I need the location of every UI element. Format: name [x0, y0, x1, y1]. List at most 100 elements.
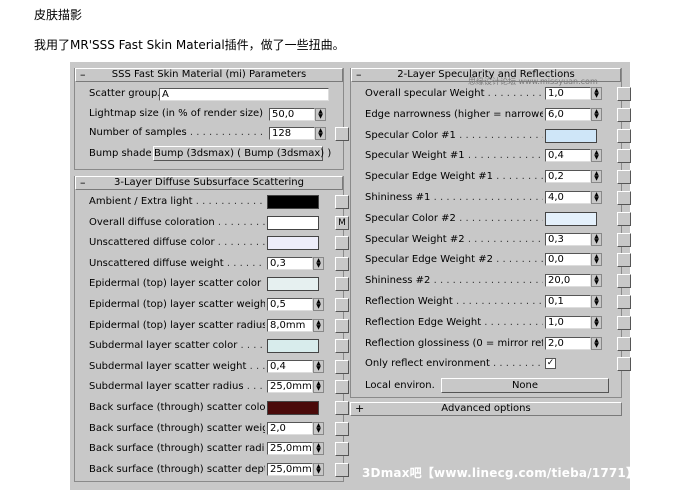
samples-field[interactable]: 128: [269, 127, 315, 140]
color-swatch[interactable]: [267, 195, 319, 209]
intro-text: 我用了MR'SSS Fast Skin Material插件，做了一些扭曲。: [34, 38, 345, 52]
diffuse-param-label: Subdermal layer scatter radius: [89, 381, 265, 393]
map-button[interactable]: [335, 380, 349, 395]
local-environ-label: Local environ...: [365, 380, 435, 391]
watermark: 思缘设计论坛 www.missyuan.com: [468, 77, 598, 86]
map-button[interactable]: [617, 315, 631, 330]
advanced-options-header[interactable]: + Advanced options: [350, 402, 622, 416]
spinner-arrows-icon[interactable]: ▲ ▼: [313, 421, 324, 435]
diffuse-param-label: Back surface (through) scatter radius: [89, 443, 265, 455]
map-button[interactable]: [617, 211, 631, 226]
map-button[interactable]: [335, 277, 349, 292]
expand-icon: +: [355, 402, 365, 415]
local-environ-button[interactable]: None: [441, 378, 609, 393]
value-spinner-field[interactable]: 6,0: [545, 107, 591, 121]
spinner-arrows-icon[interactable]: ▲ ▼: [315, 127, 326, 140]
diffuse-param-label: Unscattered diffuse weight: [89, 258, 265, 270]
spinner-arrows-icon[interactable]: ▲ ▼: [591, 232, 602, 246]
spinner-arrows-icon[interactable]: ▲ ▼: [591, 253, 602, 267]
value-spinner-field[interactable]: 0,2: [545, 170, 591, 184]
diffuse-sss-header[interactable]: – 3-Layer Diffuse Subsurface Scattering: [75, 176, 343, 190]
value-spinner-field[interactable]: 0,4: [545, 149, 591, 163]
spinner-arrows-icon[interactable]: ▲ ▼: [313, 380, 324, 394]
map-button[interactable]: [335, 318, 349, 333]
color-swatch[interactable]: [267, 401, 319, 415]
color-swatch[interactable]: [545, 211, 597, 226]
bump-shader-button[interactable]: Bump (3dsmax) ( Bump (3dsmax) ): [153, 146, 331, 161]
spinner-arrows-icon[interactable]: ▲ ▼: [313, 298, 324, 311]
value-spinner-field[interactable]: 0,0: [545, 253, 591, 267]
value-spinner-field[interactable]: 4,0: [545, 191, 591, 204]
diffuse-param-label: Epidermal (top) layer scatter color: [89, 278, 265, 290]
spinner-arrows-icon[interactable]: ▲ ▼: [313, 318, 324, 332]
value-spinner-field[interactable]: 2,0: [545, 336, 591, 350]
spinner-arrows-icon[interactable]: ▲ ▼: [313, 462, 324, 476]
color-swatch[interactable]: [545, 128, 597, 143]
map-button[interactable]: [335, 359, 349, 374]
map-button[interactable]: [335, 127, 349, 141]
map-button[interactable]: [617, 253, 631, 268]
spinner-arrows-icon[interactable]: ▲ ▼: [591, 315, 602, 329]
specular-param-label: Specular Color #2: [365, 213, 543, 225]
map-button[interactable]: [335, 236, 349, 251]
spinner-arrows-icon[interactable]: ▲ ▼: [591, 107, 602, 121]
value-spinner-field[interactable]: 1,0: [545, 315, 591, 329]
map-button[interactable]: [617, 149, 631, 164]
spinner-arrows-icon[interactable]: ▲ ▼: [591, 191, 602, 204]
specular-param-label: Specular Edge Weight #1: [365, 171, 543, 183]
bump-label: Bump shader: [89, 148, 151, 160]
map-button[interactable]: [335, 298, 349, 312]
map-button[interactable]: [335, 401, 349, 415]
value-spinner-field[interactable]: 0,1: [545, 295, 591, 308]
map-button[interactable]: [335, 195, 349, 209]
value-spinner-field[interactable]: 8,0mm: [267, 318, 313, 332]
map-button[interactable]: [617, 87, 631, 101]
color-swatch[interactable]: [267, 215, 319, 230]
map-button[interactable]: [335, 462, 349, 477]
scatter-group-field[interactable]: A: [159, 88, 329, 101]
specular-param-label: Only reflect environment: [365, 358, 543, 370]
map-button[interactable]: [335, 421, 349, 436]
value-spinner-field[interactable]: 25,0mm: [267, 462, 313, 476]
color-swatch[interactable]: [267, 236, 319, 251]
spinner-arrows-icon[interactable]: ▲ ▼: [591, 149, 602, 163]
value-spinner-field[interactable]: 20,0: [545, 274, 591, 288]
spinner-arrows-icon[interactable]: ▲ ▼: [591, 170, 602, 184]
map-button[interactable]: [617, 191, 631, 205]
diffuse-param-label: Epidermal (top) layer scatter radius: [89, 320, 265, 332]
map-button[interactable]: [617, 128, 631, 143]
spinner-arrows-icon[interactable]: ▲ ▼: [591, 87, 602, 100]
map-button[interactable]: [617, 295, 631, 309]
spinner-arrows-icon[interactable]: ▲ ▼: [591, 295, 602, 308]
spinner-arrows-icon[interactable]: ▲ ▼: [313, 359, 324, 373]
spinner-arrows-icon[interactable]: ▲ ▼: [591, 336, 602, 350]
only-reflect-environment-checkbox[interactable]: ✓: [545, 358, 556, 370]
color-swatch[interactable]: [267, 277, 319, 292]
value-spinner-field[interactable]: 0,5: [267, 298, 313, 311]
map-button[interactable]: [617, 274, 631, 289]
value-spinner-field[interactable]: 25,0mm: [267, 380, 313, 394]
map-button[interactable]: [617, 232, 631, 247]
value-spinner-field[interactable]: 0,3: [545, 232, 591, 246]
map-button[interactable]: [617, 336, 631, 351]
sss-parameters-header[interactable]: – SSS Fast Skin Material (mi) Parameters: [75, 68, 343, 82]
map-button[interactable]: [617, 107, 631, 122]
value-spinner-field[interactable]: 2,0: [267, 421, 313, 435]
value-spinner-field[interactable]: 1,0: [545, 87, 591, 100]
spinner-arrows-icon[interactable]: ▲ ▼: [313, 256, 324, 270]
map-button[interactable]: [335, 256, 349, 271]
lightmap-field[interactable]: 50,0: [269, 108, 315, 121]
spinner-arrows-icon[interactable]: ▲ ▼: [315, 108, 326, 121]
specularity-rollout: – 2-Layer Specularity and Reflections Lo…: [350, 68, 631, 398]
value-spinner-field[interactable]: 25,0mm: [267, 442, 313, 456]
map-button[interactable]: [617, 170, 631, 185]
value-spinner-field[interactable]: 0,4: [267, 359, 313, 373]
map-button[interactable]: [335, 442, 349, 457]
spinner-arrows-icon[interactable]: ▲ ▼: [313, 442, 324, 456]
map-button[interactable]: M: [335, 215, 349, 230]
color-swatch[interactable]: [267, 339, 319, 354]
map-button[interactable]: [617, 357, 631, 372]
spinner-arrows-icon[interactable]: ▲ ▼: [591, 274, 602, 288]
map-button[interactable]: [335, 339, 349, 354]
value-spinner-field[interactable]: 0,3: [267, 256, 313, 270]
